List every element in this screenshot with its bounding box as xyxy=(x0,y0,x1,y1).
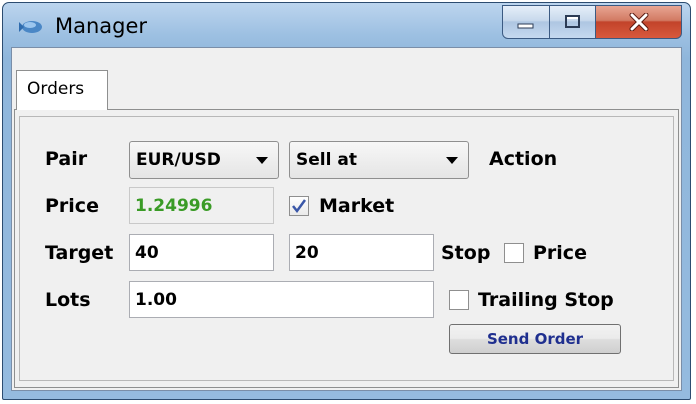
trailing-stop-checkbox[interactable] xyxy=(449,290,469,310)
orders-tab-panel: Pair EUR/USD Sell at Action Price 1.2499… xyxy=(14,109,679,388)
market-label: Market xyxy=(319,195,395,217)
action-label: Action xyxy=(489,148,558,170)
trailing-stop-label: Trailing Stop xyxy=(478,289,614,311)
window-client-area: Orders Pair EUR/USD Sell at Action Price… xyxy=(11,47,682,391)
minimize-icon xyxy=(517,23,534,29)
window-title: Manager xyxy=(55,14,148,38)
checkmark-icon xyxy=(292,199,307,214)
pair-label: Pair xyxy=(45,148,88,170)
pair-select[interactable]: EUR/USD xyxy=(129,141,279,179)
manager-window: Manager Orders Pair EUR/USD Sell at Acti… xyxy=(2,2,691,400)
stop-price-checkbox[interactable] xyxy=(504,243,524,263)
close-button[interactable] xyxy=(596,5,682,39)
chevron-down-icon xyxy=(256,157,268,164)
target-input[interactable]: 40 xyxy=(129,234,274,271)
action-select[interactable]: Sell at xyxy=(289,141,469,179)
chevron-down-icon xyxy=(446,157,458,164)
manager-app-icon xyxy=(19,21,42,33)
caption-buttons xyxy=(502,5,682,41)
close-icon xyxy=(629,13,648,31)
target-label: Target xyxy=(45,242,114,264)
lots-input[interactable]: 1.00 xyxy=(129,281,434,318)
title-bar[interactable]: Manager xyxy=(3,3,690,47)
lots-label: Lots xyxy=(45,289,91,311)
maximize-button[interactable] xyxy=(550,5,596,39)
price-field: 1.24996 xyxy=(129,187,274,224)
maximize-icon xyxy=(564,15,580,28)
tab-orders[interactable]: Orders xyxy=(16,70,108,110)
pair-select-value: EUR/USD xyxy=(136,150,221,170)
minimize-button[interactable] xyxy=(502,5,550,39)
stop-label: Stop xyxy=(441,242,491,264)
market-checkbox[interactable] xyxy=(289,196,309,216)
price-label: Price xyxy=(45,195,99,217)
action-select-value: Sell at xyxy=(296,150,357,170)
send-order-button[interactable]: Send Order xyxy=(449,324,621,354)
stop-price-label: Price xyxy=(533,242,587,264)
stop-input[interactable]: 20 xyxy=(289,234,434,271)
